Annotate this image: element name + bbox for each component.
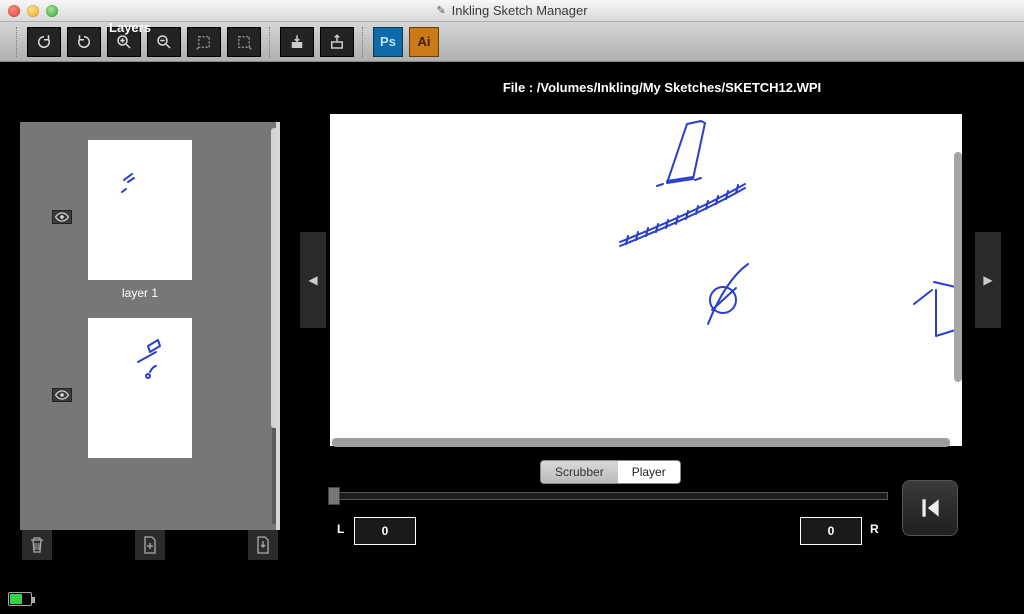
toolbar-separator	[362, 27, 365, 57]
export-illustrator-button[interactable]: Ai	[409, 27, 439, 57]
eye-icon	[55, 390, 69, 400]
layers-scrollbar-thumb[interactable]	[271, 128, 276, 428]
layer-thumbnail[interactable]	[88, 140, 192, 280]
layers-panel-title: Layers	[0, 20, 260, 35]
export-button[interactable]	[320, 27, 354, 57]
page-merge-icon	[255, 536, 271, 554]
right-counter-label: R	[870, 522, 879, 536]
toolbar-separator	[269, 27, 272, 57]
rotate-ccw-icon	[75, 33, 93, 51]
app-icon: ✎	[436, 4, 445, 17]
right-counter-value: 0	[800, 517, 862, 545]
layer-thumbnail[interactable]	[88, 318, 192, 458]
canvas-vscrollbar-thumb[interactable]	[954, 152, 962, 382]
ps-icon: Ps	[380, 34, 396, 49]
go-to-start-button[interactable]	[902, 480, 958, 536]
layer-item[interactable]	[30, 318, 264, 458]
export-icon	[328, 33, 346, 51]
file-path-text: /Volumes/Inkling/My Sketches/SKETCH12.WP…	[537, 80, 821, 95]
layer-label: layer 1	[88, 286, 192, 300]
layer-visibility-toggle[interactable]	[52, 388, 72, 402]
battery-fill	[10, 594, 22, 604]
sketch-thumbnail-icon	[88, 140, 192, 280]
battery-indicator	[8, 592, 32, 606]
layers-scroll[interactable]: layer 1	[20, 122, 276, 530]
sketch-canvas[interactable]	[330, 114, 962, 446]
window-title: ✎ Inkling Sketch Manager	[0, 3, 1024, 18]
layer-actions	[20, 530, 280, 560]
layer-visibility-toggle[interactable]	[52, 210, 72, 224]
triangle-right-icon: ▶	[983, 273, 992, 287]
export-photoshop-button[interactable]: Ps	[373, 27, 403, 57]
skip-start-icon	[917, 495, 943, 521]
rotate-cw-icon	[35, 33, 53, 51]
playback-mode-tabs: Scrubber Player	[540, 460, 681, 484]
layers-panel: layer 1	[20, 122, 280, 530]
window-titlebar: ✎ Inkling Sketch Manager	[0, 0, 1024, 22]
file-path: File : /Volumes/Inkling/My Sketches/SKET…	[330, 80, 994, 95]
file-label-prefix: File :	[503, 80, 533, 95]
delete-layer-button[interactable]	[22, 530, 52, 560]
collapse-layers-button[interactable]: ◀	[300, 232, 326, 328]
canvas-hscrollbar-thumb[interactable]	[332, 438, 950, 447]
left-counter-value: 0	[354, 517, 416, 545]
page-plus-icon	[142, 536, 158, 554]
merge-layer-button[interactable]	[248, 530, 278, 560]
ai-icon: Ai	[418, 34, 431, 49]
zoom-out-icon	[155, 33, 173, 51]
import-button[interactable]	[280, 27, 314, 57]
sketch-drawing	[330, 114, 962, 446]
crop-start-icon	[195, 33, 213, 51]
expand-right-button[interactable]: ▶	[975, 232, 1001, 328]
import-icon	[288, 33, 306, 51]
window-title-text: Inkling Sketch Manager	[452, 3, 588, 18]
layer-item[interactable]: layer 1	[30, 140, 264, 300]
canvas-hscrollbar[interactable]	[330, 438, 952, 448]
new-layer-button[interactable]	[135, 530, 165, 560]
tab-scrubber[interactable]: Scrubber	[541, 461, 618, 483]
eye-icon	[55, 212, 69, 222]
crop-end-icon	[235, 33, 253, 51]
main-area: Layers File : /Volumes/Inkling/My Sketch…	[0, 62, 1024, 614]
zoom-in-icon	[115, 33, 133, 51]
playback-slider-thumb[interactable]	[328, 487, 340, 505]
trash-icon	[29, 536, 45, 554]
triangle-left-icon: ◀	[308, 273, 317, 287]
left-counter-label: L	[337, 522, 344, 536]
sketch-thumbnail-icon	[88, 318, 192, 458]
tab-player[interactable]: Player	[618, 461, 680, 483]
playback-slider-track[interactable]	[332, 492, 888, 500]
canvas-vscrollbar[interactable]	[954, 132, 962, 432]
